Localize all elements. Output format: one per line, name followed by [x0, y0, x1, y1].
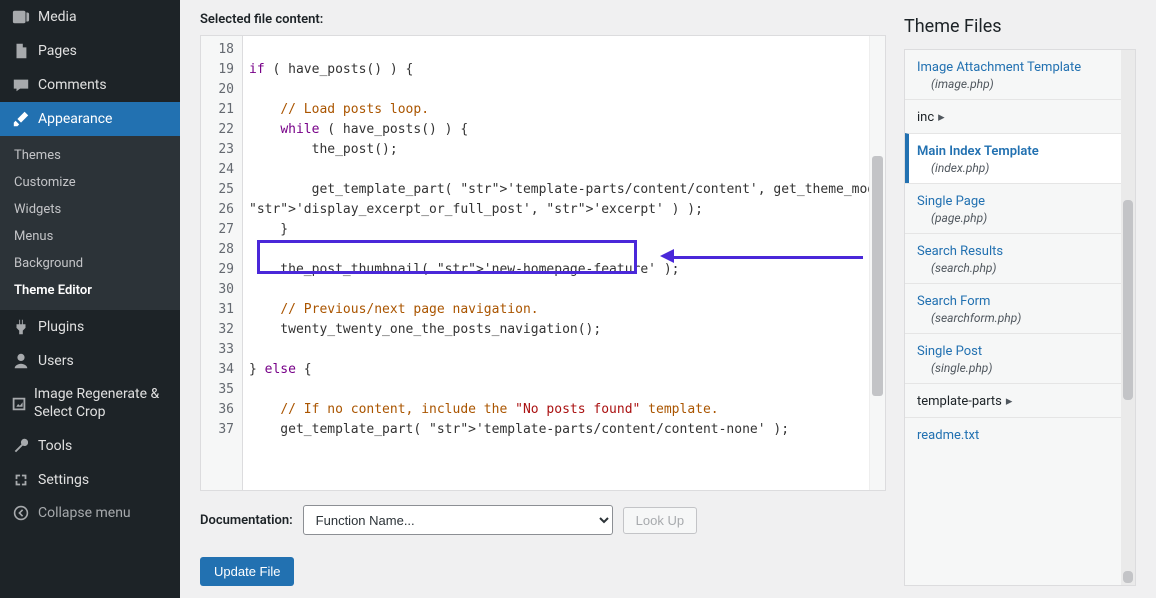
selected-file-label: Selected file content:	[200, 12, 886, 27]
files-scrollbar[interactable]	[1121, 50, 1135, 585]
code-body[interactable]: if ( have_posts() ) { // Load posts loop…	[243, 36, 885, 490]
documentation-label: Documentation:	[200, 513, 293, 528]
sidebar-item-label: Plugins	[38, 319, 84, 335]
comments-icon	[10, 76, 32, 94]
brush-icon	[10, 110, 32, 128]
sidebar-sub-theme-editor[interactable]: Theme Editor	[0, 277, 180, 304]
file-item-filename: (page.php)	[917, 211, 1109, 225]
sidebar-item-label: Users	[38, 353, 74, 369]
sidebar-item-tools[interactable]: Tools	[0, 429, 180, 463]
sidebar-item-appearance[interactable]: Appearance	[0, 102, 180, 136]
file-item[interactable]: Image Attachment Template (image.php)	[905, 50, 1121, 99]
file-item[interactable]: Main Index Template (index.php)	[905, 133, 1121, 183]
line-number-gutter: 18 19 20 21 22 23 24 25 26 27 28 29 30 3…	[201, 36, 243, 490]
collapse-menu[interactable]: Collapse menu	[0, 497, 180, 529]
file-item-filename: (single.php)	[917, 361, 1109, 375]
sidebar-item-settings[interactable]: Settings	[0, 463, 180, 497]
sidebar-item-label: Appearance	[38, 111, 112, 127]
pages-icon	[10, 42, 32, 60]
file-item[interactable]: Single Page (page.php)	[905, 183, 1121, 233]
documentation-row: Documentation: Function Name... Look Up	[200, 505, 886, 535]
sidebar-item-users[interactable]: Users	[0, 344, 180, 378]
sidebar-item-plugins[interactable]: Plugins	[0, 310, 180, 344]
documentation-select[interactable]: Function Name...	[303, 505, 613, 535]
file-item-title: inc▸	[917, 110, 1109, 125]
file-item-title: Single Post	[917, 344, 1109, 359]
sidebar-item-comments[interactable]: Comments	[0, 68, 180, 102]
sidebar-item-pages[interactable]: Pages	[0, 34, 180, 68]
sidebar-sub-background[interactable]: Background	[0, 250, 180, 277]
lookup-button[interactable]: Look Up	[623, 507, 697, 534]
sidebar-item-label: Pages	[38, 43, 77, 59]
sidebar-item-label: Tools	[38, 438, 72, 454]
file-item-title: Main Index Template	[917, 144, 1109, 159]
sidebar-item-media[interactable]: Media	[0, 0, 180, 34]
theme-files-title: Theme Files	[904, 16, 1136, 37]
sidebar-sub-menus[interactable]: Menus	[0, 223, 180, 250]
plugins-icon	[10, 318, 32, 336]
file-item-filename: (searchform.php)	[917, 311, 1109, 325]
file-item-filename: (image.php)	[917, 77, 1109, 91]
file-item[interactable]: Search Results (search.php)	[905, 233, 1121, 283]
theme-files-list: Image Attachment Template (image.php) inc▸…	[904, 49, 1136, 586]
file-item-title: Search Form	[917, 294, 1109, 309]
file-item[interactable]: inc▸	[905, 99, 1121, 133]
file-item[interactable]: Single Post (single.php)	[905, 333, 1121, 383]
media-icon	[10, 8, 32, 26]
settings-icon	[10, 471, 32, 489]
chevron-right-icon: ▸	[938, 110, 945, 125]
sidebar-item-image-regenerate[interactable]: Image Regenerate & Select Crop	[0, 378, 180, 429]
file-item-filename: (index.php)	[917, 161, 1109, 175]
update-file-button[interactable]: Update File	[200, 557, 294, 586]
file-item-filename: (search.php)	[917, 261, 1109, 275]
users-icon	[10, 352, 32, 370]
collapse-label: Collapse menu	[38, 505, 131, 521]
file-item[interactable]: template-parts▸	[905, 383, 1121, 417]
editor-scrollbar[interactable]	[869, 36, 885, 490]
code-editor[interactable]: 18 19 20 21 22 23 24 25 26 27 28 29 30 3…	[200, 35, 886, 491]
sidebar-item-label: Settings	[38, 472, 89, 488]
file-item-title: Single Page	[917, 194, 1109, 209]
sidebar-sub-themes[interactable]: Themes	[0, 142, 180, 169]
theme-files-column: Theme Files Image Attachment Template (im…	[904, 12, 1136, 586]
sidebar-item-label: Comments	[38, 77, 107, 93]
admin-sidebar: Media Pages Comments Appearance Themes C…	[0, 0, 180, 598]
crop-icon	[10, 395, 28, 413]
sidebar-item-label: Image Regenerate & Select Crop	[34, 386, 170, 421]
file-item-title: template-parts▸	[917, 394, 1109, 409]
file-item-title: Image Attachment Template	[917, 60, 1109, 75]
main-content: Selected file content: 18 19 20 21 22 23…	[180, 0, 1156, 598]
chevron-right-icon: ▸	[1006, 394, 1013, 409]
editor-column: Selected file content: 18 19 20 21 22 23…	[200, 12, 886, 586]
collapse-icon	[10, 505, 32, 521]
tools-icon	[10, 437, 32, 455]
sidebar-sub-customize[interactable]: Customize	[0, 169, 180, 196]
file-item[interactable]: readme.txt	[905, 417, 1121, 451]
file-item-title: Search Results	[917, 244, 1109, 259]
appearance-submenu: Themes Customize Widgets Menus Backgroun…	[0, 136, 180, 310]
sidebar-item-label: Media	[38, 9, 77, 25]
sidebar-sub-widgets[interactable]: Widgets	[0, 196, 180, 223]
file-item-title: readme.txt	[917, 428, 1109, 443]
file-item[interactable]: Search Form (searchform.php)	[905, 283, 1121, 333]
